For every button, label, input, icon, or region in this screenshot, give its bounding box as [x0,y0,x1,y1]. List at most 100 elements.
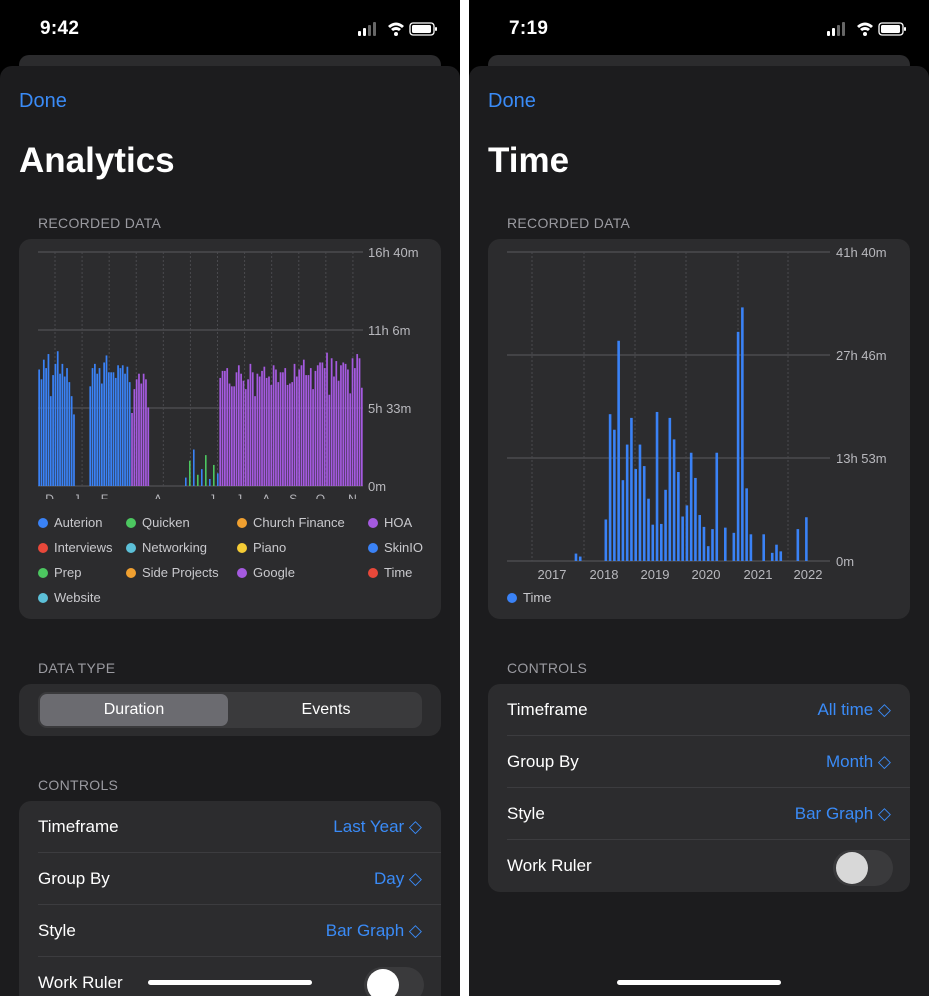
bar-time [617,340,620,561]
bar-time [668,417,672,561]
legend-item: HOA [368,515,412,530]
bar-time [698,515,701,561]
recorded-data-header: RECORDED DATA [38,215,162,231]
bar-google [305,375,307,486]
bar-google [307,375,310,486]
y-tick-label: 27h 46m [836,348,887,363]
bar-google [277,382,280,486]
bar-auterion [112,372,115,486]
group-by-row[interactable]: Group By Day ◇ [19,853,441,905]
legend-item: Piano [237,540,286,555]
work-ruler-toggle[interactable] [364,967,424,996]
legend-dot [126,518,136,528]
bar-google [244,389,247,486]
bar-google [351,358,354,486]
work-ruler-toggle[interactable] [833,850,893,886]
bar-auterion [73,414,75,486]
bar-auterion [110,372,112,486]
done-button[interactable]: Done [19,90,67,113]
bar-google [228,383,231,486]
legend-dot [38,568,48,578]
legend-label: Google [253,565,295,580]
bar-time [647,498,650,561]
style-row[interactable]: Style Bar Graph ◇ [488,788,910,840]
legend-dot [237,518,247,528]
wifi-icon [388,22,404,36]
bar-google [282,372,284,486]
page-title: Analytics [19,141,175,180]
bar-google [142,373,145,486]
bar-auterion [100,383,103,486]
bar-time [741,307,744,561]
bar-auterion [128,382,131,486]
bar-time [711,529,714,561]
bar-auterion [61,363,64,486]
legend-item: Church Finance [237,515,345,530]
bar-google [258,376,261,486]
bar-google [131,413,133,486]
bar-google [293,363,296,486]
style-picker[interactable]: Bar Graph ◇ [326,921,422,941]
bar-google [138,373,140,486]
home-indicator[interactable] [148,980,312,985]
x-tick-label: 2022 [794,567,823,582]
bar-google [319,362,321,486]
bar-time [638,444,642,561]
bar-google [342,362,345,486]
bar-time [578,556,582,561]
legend-dot [126,543,136,553]
bar-low-activity [205,455,207,486]
x-tick-label: A... [262,492,280,499]
bar-google [349,393,352,486]
wifi-icon [857,22,873,36]
timeframe-row[interactable]: Timeframe All time ◇ [488,684,910,736]
style-picker[interactable]: Bar Graph ◇ [795,804,891,824]
segment-events[interactable]: Events [232,694,420,726]
chart-legend: Time [507,590,907,612]
status-icons [358,20,438,38]
bar-time [685,505,689,561]
bar-auterion [54,363,57,486]
bar-low-activity [189,460,191,486]
bar-auterion [70,396,73,486]
bar-google [312,389,314,486]
bar-auterion [42,359,45,486]
bar-auterion [117,365,119,486]
bar-time [651,524,655,561]
timeframe-row[interactable]: Timeframe Last Year ◇ [19,801,441,853]
x-tick-label: J... [236,492,252,499]
bar-google [265,377,268,486]
bar-time [694,477,697,561]
bar-google [268,376,270,486]
x-tick-label: ... [131,492,141,499]
legend-label: Interviews [54,540,113,555]
x-tick-label: O... [316,492,335,499]
bar-auterion [38,369,41,486]
timeframe-picker[interactable]: Last Year ◇ [333,817,422,837]
home-indicator[interactable] [617,980,781,985]
legend-label: Prep [54,565,82,580]
chart-legend: Auterion Quicken Church Finance HOA Intervie… [38,515,438,615]
x-tick-label: 2019 [641,567,670,582]
bar-google [330,358,333,486]
x-tick-label: 2018 [590,567,619,582]
bar-google [347,369,349,486]
group-by-picker[interactable]: Day ◇ [374,869,422,889]
bar-time [724,527,727,561]
status-time: 7:19 [509,18,549,39]
bar-google [354,368,356,486]
style-row[interactable]: Style Bar Graph ◇ [19,905,441,957]
bar-auterion [47,354,50,486]
timeframe-picker[interactable]: All time ◇ [817,700,891,720]
group-by-picker[interactable]: Month ◇ [826,752,891,772]
time-chart: 41h 40m 27h 46m 13h 53m 0m 2017 2018 2019 2020 2… [507,245,887,582]
bar-auterion [98,368,101,486]
legend-item: Google [237,565,295,580]
recorded-data-header: RECORDED DATA [507,215,631,231]
bar-auterion [121,365,124,486]
group-by-row[interactable]: Group By Month ◇ [488,736,910,788]
y-tick-label: 13h 53m [836,451,887,466]
battery-icon [409,22,437,36]
segment-duration[interactable]: Duration [40,694,228,726]
done-button[interactable]: Done [488,90,536,113]
